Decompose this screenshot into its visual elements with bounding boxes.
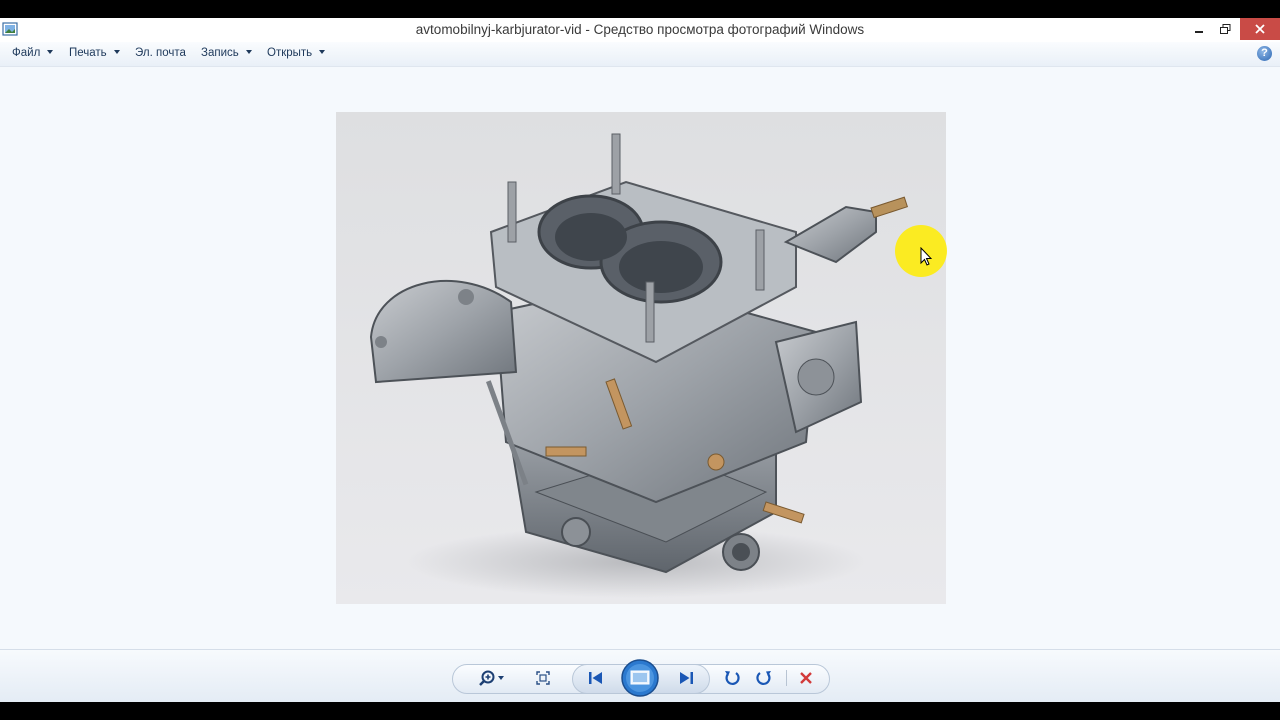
zoom-button[interactable]: [472, 664, 512, 692]
displayed-photo: [336, 112, 946, 604]
chevron-down-icon: [245, 50, 252, 54]
menu-email-label: Эл. почта: [135, 47, 186, 59]
rotate-counterclockwise-icon: [725, 671, 740, 685]
menu-open-label: Открыть: [267, 47, 313, 59]
carburetor-photo: [369, 133, 909, 598]
zoom-icon: [479, 670, 504, 686]
menu-file[interactable]: Файл: [12, 47, 54, 59]
previous-button[interactable]: [580, 664, 612, 692]
chevron-down-icon: [113, 50, 120, 54]
menu-burn-label: Запись: [201, 47, 239, 59]
slideshow-icon: [621, 659, 659, 697]
next-button[interactable]: [670, 664, 702, 692]
help-icon[interactable]: ?: [1257, 46, 1272, 61]
actual-size-button[interactable]: [528, 664, 558, 692]
close-button[interactable]: [1240, 18, 1280, 40]
delete-icon: [800, 672, 812, 684]
menu-file-label: Файл: [12, 47, 41, 59]
window-title: avtomobilnyj-karbjurator-vid - Средство …: [415, 22, 865, 37]
image-viewport: [0, 67, 1280, 649]
menu-bar: Файл Печать Эл. почта Запись Открыть ?: [0, 42, 1280, 67]
slideshow-button[interactable]: [620, 659, 660, 697]
menu-open[interactable]: Открыть: [267, 47, 326, 59]
menu-email[interactable]: Эл. почта: [135, 47, 186, 59]
mouse-pointer-icon: [920, 247, 932, 266]
restore-button[interactable]: [1212, 18, 1238, 40]
control-bar: [0, 649, 1280, 702]
minimize-icon: [1195, 31, 1203, 33]
chevron-down-icon: [47, 50, 54, 54]
previous-icon: [589, 672, 602, 684]
close-icon: [1255, 24, 1265, 34]
rotate-right-button[interactable]: [750, 664, 778, 692]
restore-icon: [1219, 23, 1230, 34]
minimize-button[interactable]: [1186, 18, 1212, 40]
chevron-down-icon: [319, 50, 326, 54]
rotate-left-button[interactable]: [718, 664, 746, 692]
next-icon: [680, 672, 693, 684]
title-bar: avtomobilnyj-karbjurator-vid - Средство …: [0, 18, 1280, 42]
rotate-clockwise-icon: [756, 671, 771, 685]
fit-window-icon: [536, 671, 550, 685]
photo-viewer-window: avtomobilnyj-karbjurator-vid - Средство …: [0, 18, 1280, 702]
toolbar-divider: [786, 670, 787, 686]
delete-button[interactable]: [792, 664, 820, 692]
menu-print-label: Печать: [69, 47, 107, 59]
menu-print[interactable]: Печать: [69, 47, 120, 59]
menu-burn[interactable]: Запись: [201, 47, 252, 59]
